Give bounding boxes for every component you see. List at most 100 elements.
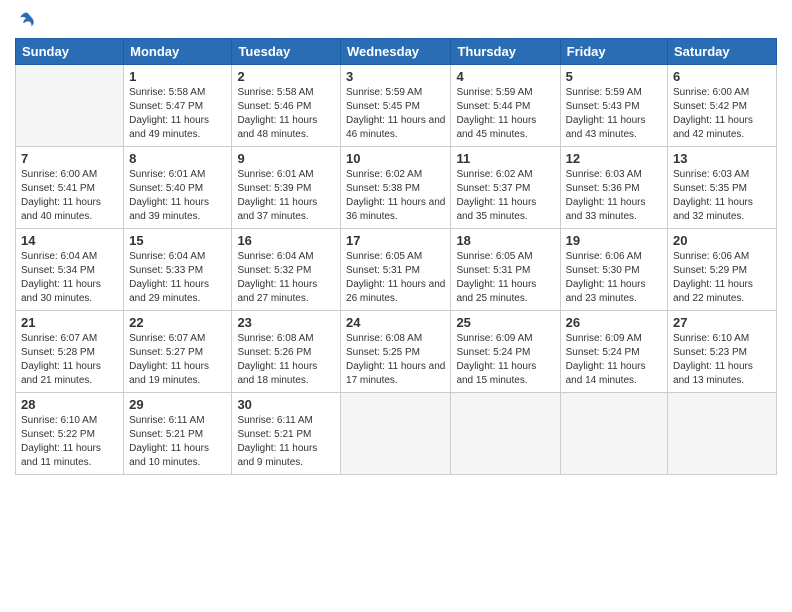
day-info: Sunrise: 6:02 AM Sunset: 5:38 PM Dayligh… <box>346 168 445 224</box>
logo <box>15 10 37 30</box>
day-info: Sunrise: 5:59 AM Sunset: 5:43 PM Dayligh… <box>566 86 662 142</box>
day-info: Sunrise: 6:09 AM Sunset: 5:24 PM Dayligh… <box>456 332 554 388</box>
calendar-cell: 26 Sunrise: 6:09 AM Sunset: 5:24 PM Dayli… <box>560 311 667 393</box>
col-header-sunday: Sunday <box>16 39 124 65</box>
day-number: 24 <box>346 315 445 330</box>
page-header <box>15 10 777 30</box>
day-number: 18 <box>456 233 554 248</box>
calendar-week-1: 1Sunrise: 5:58 AM Sunset: 5:47 PM Daylig… <box>16 65 777 147</box>
day-number: 29 <box>129 397 226 412</box>
day-info: Sunrise: 5:58 AM Sunset: 5:46 PM Dayligh… <box>237 86 335 142</box>
logo-bird-icon <box>17 10 37 30</box>
calendar-cell: 13 Sunrise: 6:03 AM Sunset: 5:35 PM Dayli… <box>668 147 777 229</box>
calendar-cell <box>560 393 667 475</box>
calendar-cell: 7 Sunrise: 6:00 AM Sunset: 5:41 PM Daylig… <box>16 147 124 229</box>
day-info: Sunrise: 6:05 AM Sunset: 5:31 PM Dayligh… <box>346 250 445 306</box>
calendar-cell <box>451 393 560 475</box>
day-info: Sunrise: 6:00 AM Sunset: 5:41 PM Dayligh… <box>21 168 118 224</box>
day-info: Sunrise: 6:11 AM Sunset: 5:21 PM Dayligh… <box>129 414 226 470</box>
day-number: 21 <box>21 315 118 330</box>
day-info: Sunrise: 6:09 AM Sunset: 5:24 PM Dayligh… <box>566 332 662 388</box>
col-header-saturday: Saturday <box>668 39 777 65</box>
day-info: Sunrise: 6:06 AM Sunset: 5:29 PM Dayligh… <box>673 250 771 306</box>
calendar-cell: 20 Sunrise: 6:06 AM Sunset: 5:29 PM Dayli… <box>668 229 777 311</box>
calendar-cell: 19 Sunrise: 6:06 AM Sunset: 5:30 PM Dayli… <box>560 229 667 311</box>
calendar-cell: 9 Sunrise: 6:01 AM Sunset: 5:39 PM Daylig… <box>232 147 341 229</box>
day-info: Sunrise: 6:03 AM Sunset: 5:36 PM Dayligh… <box>566 168 662 224</box>
calendar-cell: 25Sunrise: 6:09 AM Sunset: 5:24 PM Dayli… <box>451 311 560 393</box>
day-number: 14 <box>21 233 118 248</box>
calendar-header-row: SundayMondayTuesdayWednesdayThursdayFrid… <box>16 39 777 65</box>
day-number: 2 <box>237 69 335 84</box>
calendar-cell: 5 Sunrise: 5:59 AM Sunset: 5:43 PM Daylig… <box>560 65 667 147</box>
calendar-cell: 12 Sunrise: 6:03 AM Sunset: 5:36 PM Dayli… <box>560 147 667 229</box>
day-info: Sunrise: 5:59 AM Sunset: 5:44 PM Dayligh… <box>456 86 554 142</box>
day-number: 6 <box>673 69 771 84</box>
day-number: 19 <box>566 233 662 248</box>
day-number: 12 <box>566 151 662 166</box>
calendar-cell: 6 Sunrise: 6:00 AM Sunset: 5:42 PM Daylig… <box>668 65 777 147</box>
day-info: Sunrise: 6:02 AM Sunset: 5:37 PM Dayligh… <box>456 168 554 224</box>
calendar-cell: 21 Sunrise: 6:07 AM Sunset: 5:28 PM Dayli… <box>16 311 124 393</box>
day-number: 5 <box>566 69 662 84</box>
col-header-wednesday: Wednesday <box>341 39 451 65</box>
day-info: Sunrise: 6:10 AM Sunset: 5:22 PM Dayligh… <box>21 414 118 470</box>
day-number: 20 <box>673 233 771 248</box>
calendar-cell: 23 Sunrise: 6:08 AM Sunset: 5:26 PM Dayli… <box>232 311 341 393</box>
day-number: 23 <box>237 315 335 330</box>
calendar-cell: 28 Sunrise: 6:10 AM Sunset: 5:22 PM Dayli… <box>16 393 124 475</box>
day-number: 8 <box>129 151 226 166</box>
calendar-cell: 14Sunrise: 6:04 AM Sunset: 5:34 PM Dayli… <box>16 229 124 311</box>
day-number: 1 <box>129 69 226 84</box>
calendar-cell: 30 Sunrise: 6:11 AM Sunset: 5:21 PM Dayli… <box>232 393 341 475</box>
calendar-cell: 4Sunrise: 5:59 AM Sunset: 5:44 PM Daylig… <box>451 65 560 147</box>
day-number: 27 <box>673 315 771 330</box>
day-number: 9 <box>237 151 335 166</box>
calendar-cell: 3Sunrise: 5:59 AM Sunset: 5:45 PM Daylig… <box>341 65 451 147</box>
calendar-cell: 24 Sunrise: 6:08 AM Sunset: 5:25 PM Dayli… <box>341 311 451 393</box>
day-number: 13 <box>673 151 771 166</box>
calendar-cell <box>668 393 777 475</box>
calendar-cell: 17Sunrise: 6:05 AM Sunset: 5:31 PM Dayli… <box>341 229 451 311</box>
day-info: Sunrise: 5:59 AM Sunset: 5:45 PM Dayligh… <box>346 86 445 142</box>
col-header-friday: Friday <box>560 39 667 65</box>
day-info: Sunrise: 6:00 AM Sunset: 5:42 PM Dayligh… <box>673 86 771 142</box>
day-info: Sunrise: 6:07 AM Sunset: 5:28 PM Dayligh… <box>21 332 118 388</box>
calendar-cell <box>16 65 124 147</box>
calendar-cell: 15 Sunrise: 6:04 AM Sunset: 5:33 PM Dayli… <box>124 229 232 311</box>
calendar-cell: 8 Sunrise: 6:01 AM Sunset: 5:40 PM Daylig… <box>124 147 232 229</box>
day-number: 10 <box>346 151 445 166</box>
day-info: Sunrise: 6:05 AM Sunset: 5:31 PM Dayligh… <box>456 250 554 306</box>
calendar-week-2: 7 Sunrise: 6:00 AM Sunset: 5:41 PM Daylig… <box>16 147 777 229</box>
day-number: 26 <box>566 315 662 330</box>
day-number: 16 <box>237 233 335 248</box>
calendar-table: SundayMondayTuesdayWednesdayThursdayFrid… <box>15 38 777 475</box>
calendar-cell: 1Sunrise: 5:58 AM Sunset: 5:47 PM Daylig… <box>124 65 232 147</box>
day-info: Sunrise: 6:10 AM Sunset: 5:23 PM Dayligh… <box>673 332 771 388</box>
col-header-tuesday: Tuesday <box>232 39 341 65</box>
day-info: Sunrise: 6:11 AM Sunset: 5:21 PM Dayligh… <box>237 414 335 470</box>
day-info: Sunrise: 6:01 AM Sunset: 5:40 PM Dayligh… <box>129 168 226 224</box>
calendar-week-3: 14Sunrise: 6:04 AM Sunset: 5:34 PM Dayli… <box>16 229 777 311</box>
day-info: Sunrise: 6:04 AM Sunset: 5:32 PM Dayligh… <box>237 250 335 306</box>
col-header-thursday: Thursday <box>451 39 560 65</box>
day-info: Sunrise: 6:04 AM Sunset: 5:33 PM Dayligh… <box>129 250 226 306</box>
calendar-week-5: 28 Sunrise: 6:10 AM Sunset: 5:22 PM Dayli… <box>16 393 777 475</box>
day-info: Sunrise: 6:08 AM Sunset: 5:26 PM Dayligh… <box>237 332 335 388</box>
day-info: Sunrise: 6:06 AM Sunset: 5:30 PM Dayligh… <box>566 250 662 306</box>
page-container: SundayMondayTuesdayWednesdayThursdayFrid… <box>0 0 792 485</box>
day-number: 11 <box>456 151 554 166</box>
day-number: 30 <box>237 397 335 412</box>
day-info: Sunrise: 6:07 AM Sunset: 5:27 PM Dayligh… <box>129 332 226 388</box>
day-number: 28 <box>21 397 118 412</box>
col-header-monday: Monday <box>124 39 232 65</box>
day-info: Sunrise: 6:08 AM Sunset: 5:25 PM Dayligh… <box>346 332 445 388</box>
calendar-cell: 16 Sunrise: 6:04 AM Sunset: 5:32 PM Dayli… <box>232 229 341 311</box>
calendar-cell: 22Sunrise: 6:07 AM Sunset: 5:27 PM Dayli… <box>124 311 232 393</box>
day-info: Sunrise: 6:01 AM Sunset: 5:39 PM Dayligh… <box>237 168 335 224</box>
day-info: Sunrise: 6:03 AM Sunset: 5:35 PM Dayligh… <box>673 168 771 224</box>
calendar-cell: 27 Sunrise: 6:10 AM Sunset: 5:23 PM Dayli… <box>668 311 777 393</box>
day-number: 7 <box>21 151 118 166</box>
day-number: 15 <box>129 233 226 248</box>
calendar-cell <box>341 393 451 475</box>
